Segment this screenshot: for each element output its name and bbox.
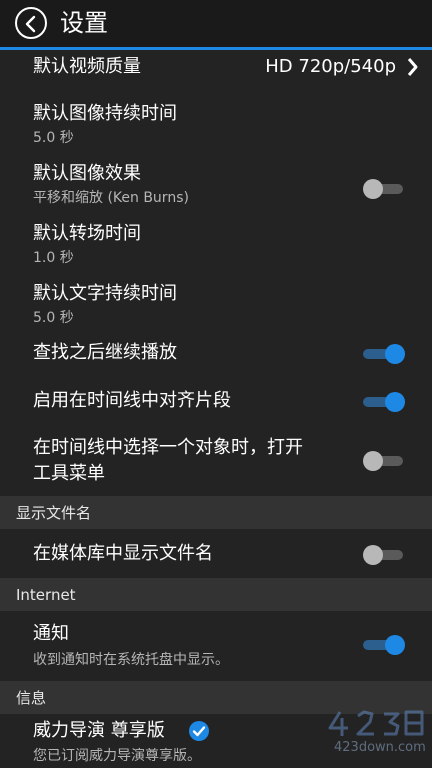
setting-image-effect[interactable]: 默认图像效果 平移和缩放 (Ken Burns) [0, 159, 432, 213]
setting-sub: 平移和缩放 (Ken Burns) [33, 190, 189, 206]
setting-label: 默认文字持续时间 [33, 283, 177, 304]
back-arrow-icon[interactable] [15, 7, 47, 39]
setting-label: 启用在时间线中对齐片段 [33, 390, 231, 411]
section-header-internet: Internet [0, 578, 432, 611]
setting-transition-time[interactable]: 默认转场时间 1.0 秒 [0, 219, 432, 273]
site-watermark: 423down.com [326, 708, 426, 764]
open-toolmenu-toggle[interactable] [363, 450, 407, 471]
setting-sub: 您已订阅威力导演尊享版。 [33, 748, 201, 764]
setting-sub: 收到通知时在系统托盘中显示。 [33, 652, 229, 668]
setting-video-quality[interactable]: 默认视频质量 HD 720p/540p [0, 53, 432, 81]
setting-open-toolmenu[interactable]: 在时间线中选择一个对象时，打开 工具菜单 [0, 431, 432, 493]
setting-label: 默认转场时间 [33, 223, 141, 244]
setting-text-duration[interactable]: 默认文字持续时间 5.0 秒 [0, 279, 432, 333]
setting-show-filename[interactable]: 在媒体库中显示文件名 [0, 533, 432, 575]
section-title: 显示文件名 [16, 504, 92, 522]
page-title: 设置 [60, 9, 108, 37]
setting-label: 工具菜单 [33, 463, 105, 484]
setting-sub: 1.0 秒 [33, 250, 74, 266]
setting-notifications[interactable]: 通知 收到通知时在系统托盘中显示。 [0, 615, 432, 677]
check-circle-icon [189, 721, 209, 741]
section-title: 信息 [16, 689, 47, 707]
setting-sub: 5.0 秒 [33, 130, 74, 146]
setting-label: 在时间线中选择一个对象时，打开 [33, 437, 303, 458]
image-effect-toggle[interactable] [363, 178, 407, 199]
continue-play-toggle[interactable] [363, 343, 407, 364]
setting-label: 在媒体库中显示文件名 [33, 543, 213, 564]
show-filename-toggle[interactable] [363, 544, 407, 565]
setting-value: HD 720p/540p [265, 56, 396, 77]
setting-label: 威力导演 尊享版 [33, 720, 165, 741]
chevron-right-icon [407, 58, 418, 76]
setting-snap-clips[interactable]: 启用在时间线中对齐片段 [0, 383, 432, 421]
setting-label: 查找之后继续播放 [33, 342, 177, 363]
setting-label: 默认视频质量 [33, 56, 141, 77]
setting-label: 默认图像效果 [33, 163, 141, 184]
section-header-filename: 显示文件名 [0, 496, 432, 529]
notifications-toggle[interactable] [363, 634, 407, 655]
snap-clips-toggle[interactable] [363, 391, 407, 412]
setting-continue-play[interactable]: 查找之后继续播放 [0, 335, 432, 373]
setting-label: 通知 [33, 623, 69, 644]
watermark-logo-icon [328, 710, 424, 736]
setting-label: 默认图像持续时间 [33, 103, 177, 124]
watermark-text: 423down.com [334, 740, 426, 755]
setting-sub: 5.0 秒 [33, 310, 74, 326]
app-header: 设置 [0, 0, 432, 50]
section-title: Internet [16, 586, 76, 604]
settings-list: 默认视频质量 HD 720p/540p 默认图像持续时间 5.0 秒 默认图像效… [0, 53, 432, 768]
setting-image-duration[interactable]: 默认图像持续时间 5.0 秒 [0, 99, 432, 153]
